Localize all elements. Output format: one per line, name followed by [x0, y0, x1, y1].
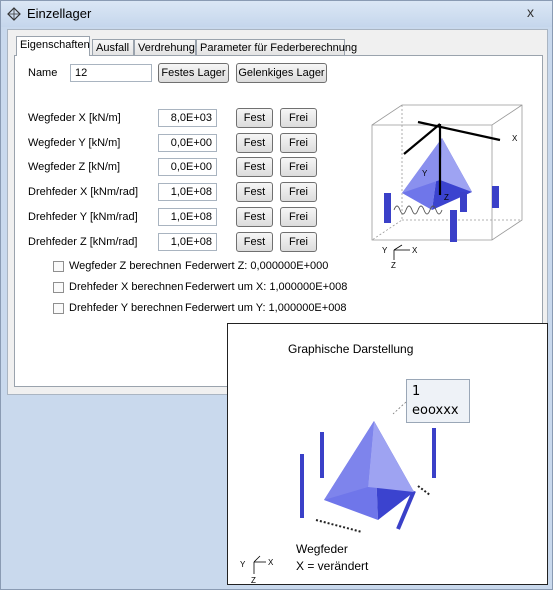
bearing-3d-preview: Y X Z Y X Z	[371, 104, 523, 270]
wegfeder-y-fest-button[interactable]: Fest	[236, 133, 273, 153]
spring-label: Wegfeder X [kN/m]	[28, 112, 121, 124]
wegfeder-z-frei-button[interactable]: Frei	[280, 157, 317, 177]
wegfeder-z-berechnen-checkbox[interactable]	[53, 261, 64, 272]
tab-verdrehung[interactable]: Verdrehung	[134, 39, 196, 55]
graphic-illustration: Y X Z	[240, 401, 436, 585]
wegfeder-x-fest-button[interactable]: Fest	[236, 108, 273, 128]
drehfeder-z-frei-button[interactable]: Frei	[280, 232, 317, 252]
drehfeder-x-frei-button[interactable]: Frei	[280, 182, 317, 202]
checkbox-label: Wegfeder Z berechnen	[69, 260, 182, 272]
callout-leader	[392, 401, 407, 415]
drehfeder-x-berechnen-checkbox[interactable]	[53, 282, 64, 293]
wegfeder-x-field[interactable]: 8,0E+03	[158, 109, 217, 127]
title-bar: Einzellager x	[1, 1, 552, 27]
app-icon	[7, 7, 21, 21]
drehfeder-x-fest-button[interactable]: Fest	[236, 182, 273, 202]
pyramid-icon	[324, 421, 414, 520]
wegfeder-y-frei-button[interactable]: Frei	[280, 133, 317, 153]
wegfeder-y-field[interactable]: 0,0E+00	[158, 134, 217, 152]
triad-y-label: Y	[382, 246, 388, 255]
gelenkiges-lager-button[interactable]: Gelenkiges Lager	[236, 63, 327, 83]
drehfeder-y-fest-button[interactable]: Fest	[236, 207, 273, 227]
spring-label: Wegfeder Z [kN/m]	[28, 161, 121, 173]
federwert-y-text: Federwert um Y: 1,000000E+008	[185, 302, 347, 314]
tab-eigenschaften[interactable]: Eigenschaften	[16, 36, 90, 56]
window-title: Einzellager	[27, 6, 92, 21]
close-icon[interactable]: x	[527, 4, 534, 20]
wegfeder-z-fest-button[interactable]: Fest	[236, 157, 273, 177]
checkbox-label: Drehfeder X berechnen	[69, 281, 184, 293]
name-label: Name	[28, 67, 58, 79]
triad-z-label: Z	[391, 261, 396, 270]
triad-x-label: X	[268, 558, 274, 567]
spring-label: Drehfeder Y [kNm/rad]	[28, 211, 138, 223]
drehfeder-y-frei-button[interactable]: Frei	[280, 207, 317, 227]
spring-coils	[393, 205, 443, 215]
spring-label: Wegfeder Y [kN/m]	[28, 137, 121, 149]
caption-spring-type: Wegfeder	[296, 542, 348, 556]
preview-y-label: Y	[422, 169, 428, 178]
preview-x-label: X	[512, 134, 518, 143]
axis-triad-icon	[393, 244, 410, 260]
name-field[interactable]: 12	[70, 64, 152, 82]
drehfeder-x-field[interactable]: 1,0E+08	[158, 183, 217, 201]
tab-ausfall[interactable]: Ausfall	[92, 39, 134, 55]
spring-label: Drehfeder Z [kNm/rad]	[28, 236, 138, 248]
drehfeder-y-field[interactable]: 1,0E+08	[158, 208, 217, 226]
wegfeder-x-frei-button[interactable]: Frei	[280, 108, 317, 128]
wegfeder-z-field[interactable]: 0,0E+00	[158, 158, 217, 176]
triad-x-label: X	[412, 246, 418, 255]
federwert-x-text: Federwert um X: 1,000000E+008	[185, 281, 348, 293]
preview-z-label: Z	[444, 193, 449, 202]
festes-lager-button[interactable]: Festes Lager	[158, 63, 229, 83]
caption-changed: X = verändert	[296, 559, 369, 573]
triad-z-label: Z	[251, 576, 256, 585]
spring-label: Drehfeder X [kNm/rad]	[28, 186, 139, 198]
graphic-representation-panel: Graphische Darstellung 1 eooxxx Y X Z We…	[227, 323, 548, 585]
checkbox-label: Drehfeder Y berechnen	[69, 302, 183, 314]
axis-triad-icon	[253, 555, 266, 574]
federwert-z-text: Federwert Z: 0,000000E+000	[185, 260, 329, 272]
drehfeder-y-berechnen-checkbox[interactable]	[53, 303, 64, 314]
triad-y-label: Y	[240, 560, 246, 569]
drehfeder-z-fest-button[interactable]: Fest	[236, 232, 273, 252]
tab-parameter-federberechnung[interactable]: Parameter für Federberechnung	[196, 39, 357, 55]
drehfeder-z-field[interactable]: 1,0E+08	[158, 233, 217, 251]
